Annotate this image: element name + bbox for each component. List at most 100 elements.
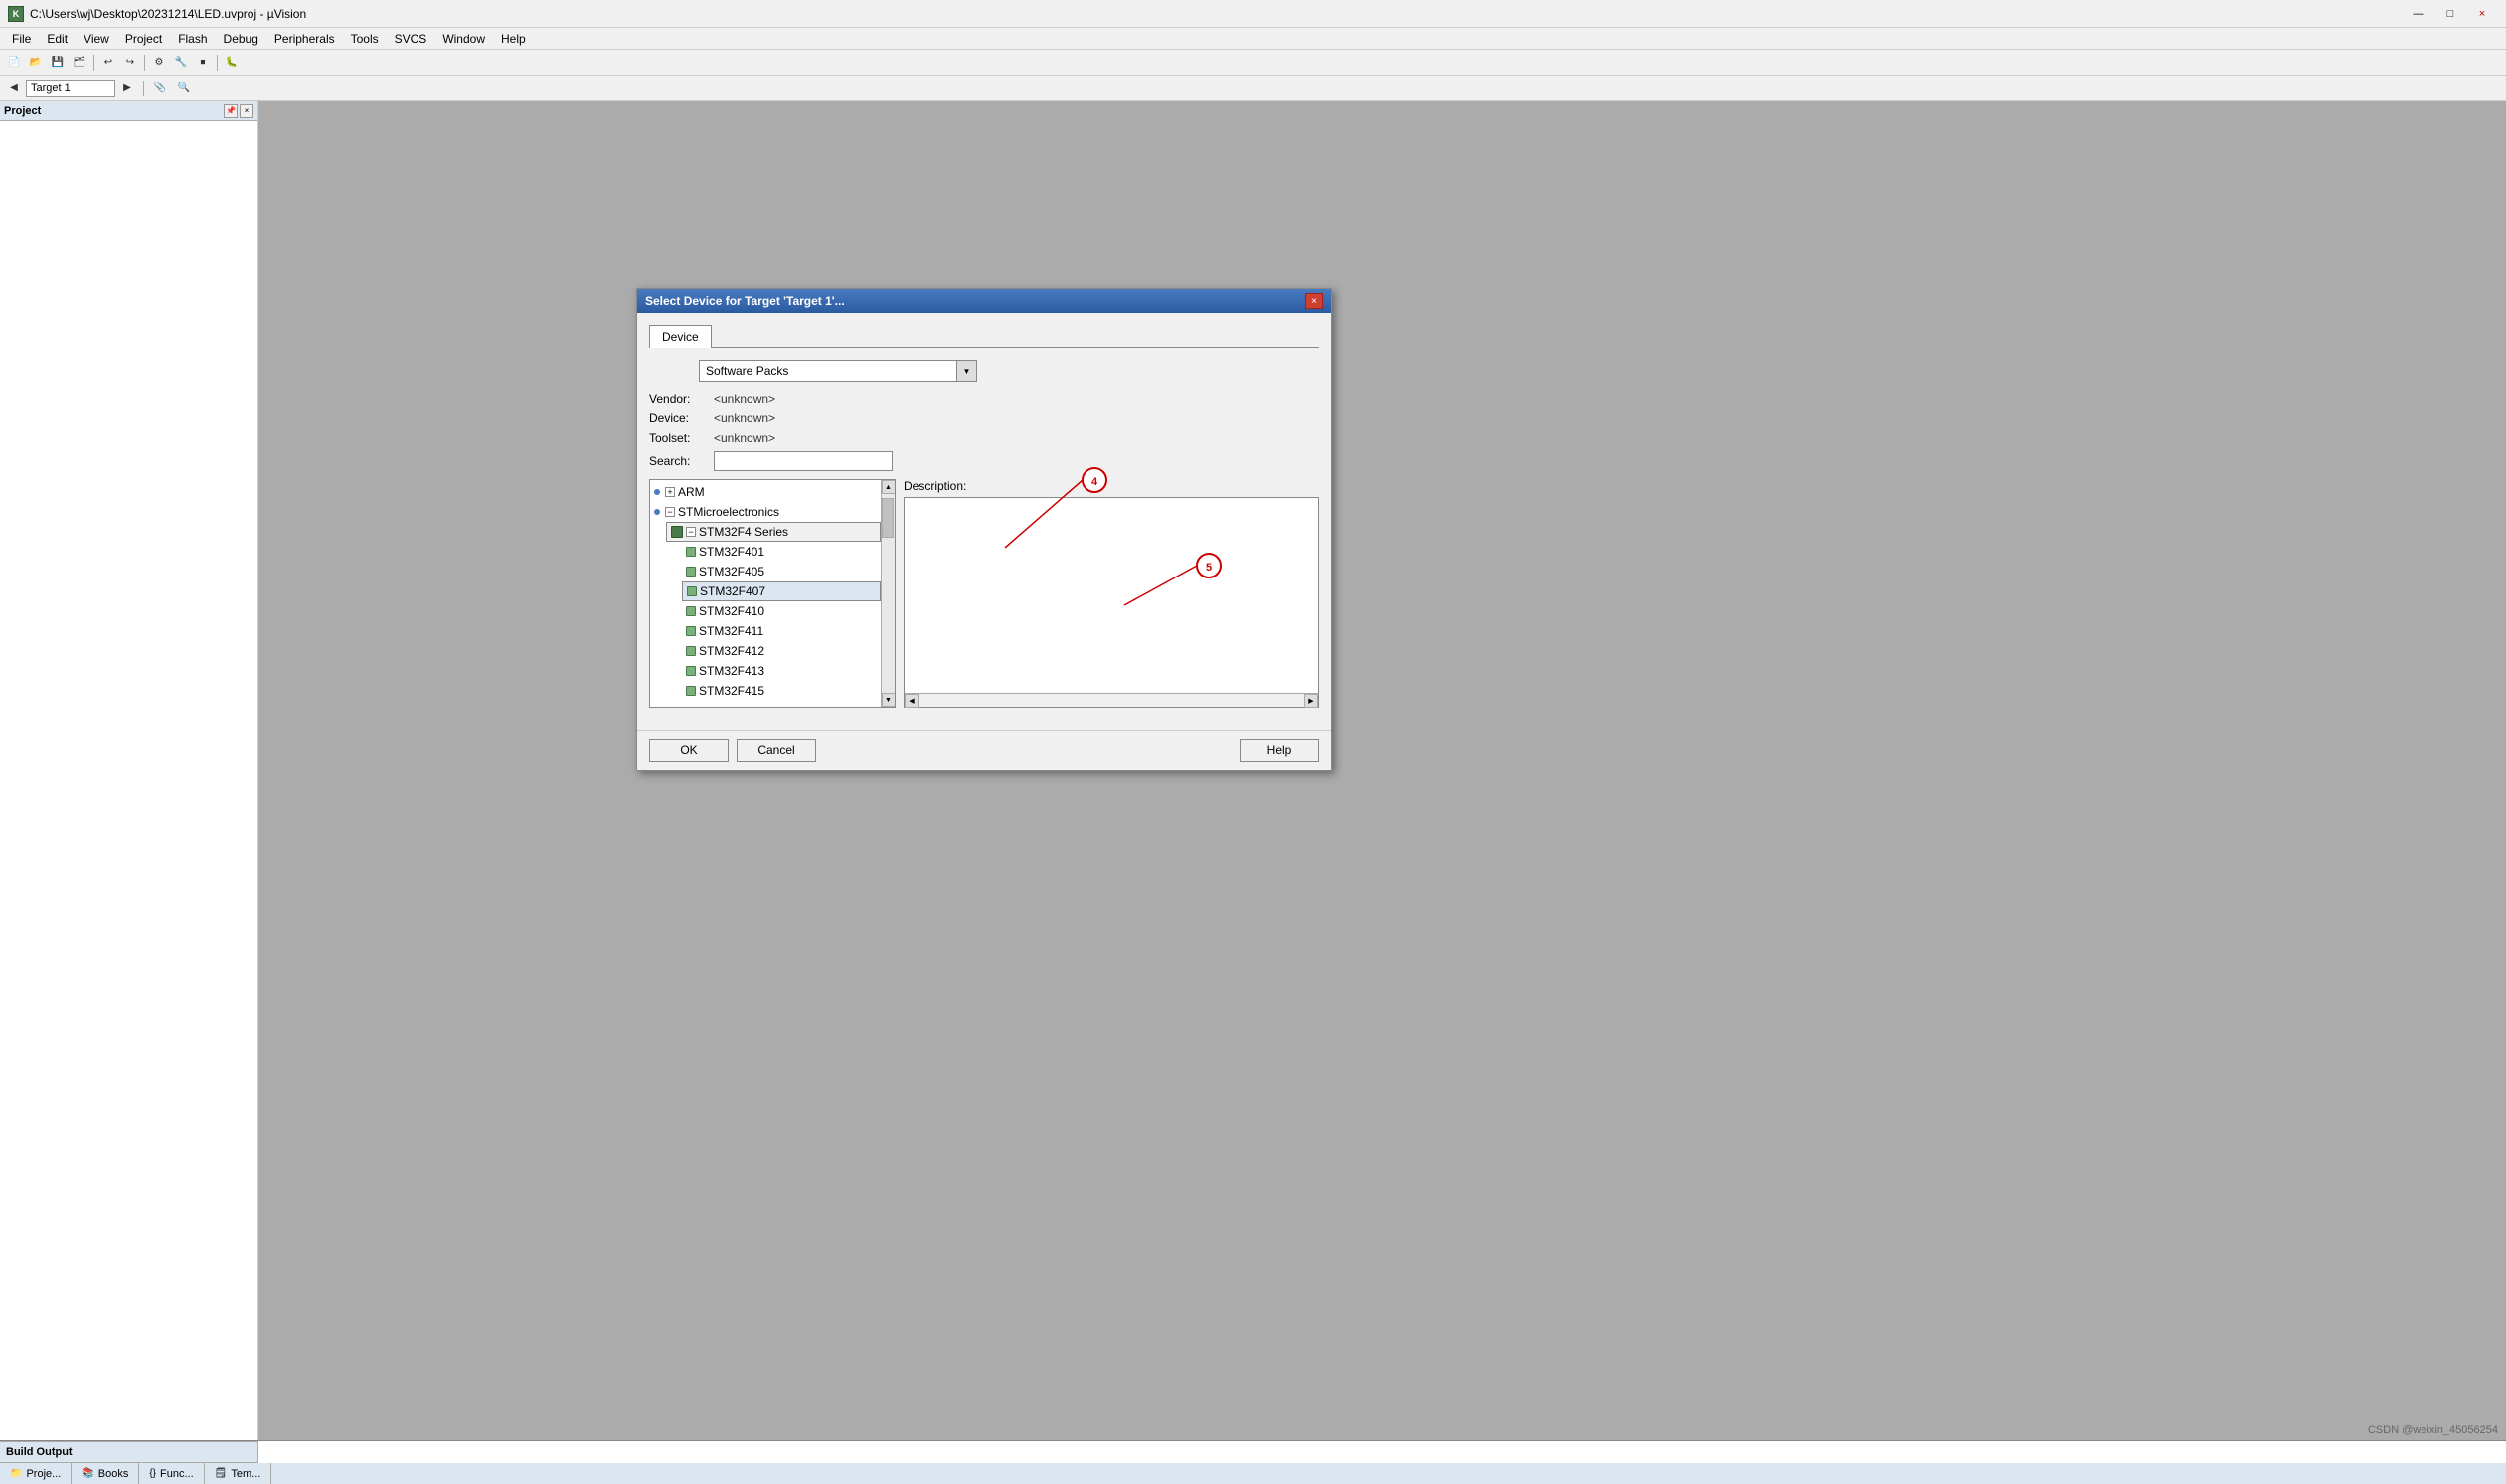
toolset-label: Toolset: bbox=[649, 431, 714, 445]
f401-label: STM32F401 bbox=[699, 545, 764, 559]
dialog-close-button[interactable]: × bbox=[1305, 293, 1323, 309]
f413-chip-icon bbox=[686, 666, 696, 676]
scroll-thumb[interactable] bbox=[882, 498, 894, 538]
f407-chip-icon bbox=[687, 586, 697, 596]
debug-button[interactable]: 🐛 bbox=[222, 53, 242, 73]
menu-debug[interactable]: Debug bbox=[216, 30, 266, 48]
stop-button[interactable]: ⏹ bbox=[193, 53, 213, 73]
tree-item-stm[interactable]: − STMicroelectronics bbox=[650, 502, 881, 522]
arm-label: ARM bbox=[678, 485, 705, 499]
window-close-button[interactable]: × bbox=[2466, 4, 2498, 24]
redo-button[interactable]: ↪ bbox=[120, 53, 140, 73]
stm-expand-icon[interactable]: − bbox=[665, 507, 675, 517]
panel-controls: 📌 × bbox=[224, 104, 253, 118]
software-packs-dropdown[interactable]: Software Packs ▼ bbox=[699, 360, 977, 382]
templates-tab-icon: 🗒 bbox=[215, 1468, 228, 1479]
f405-chip-icon bbox=[686, 567, 696, 577]
scroll-down-button[interactable]: ▼ bbox=[882, 693, 896, 707]
menu-flash[interactable]: Flash bbox=[170, 30, 215, 48]
description-panel: Description: ◀ ▶ bbox=[904, 479, 1319, 708]
maximize-button[interactable]: □ bbox=[2434, 4, 2466, 24]
f410-label: STM32F410 bbox=[699, 604, 764, 618]
device-select-dialog: Select Device for Target 'Target 1'... ×… bbox=[636, 288, 1332, 771]
dropdown-selected-value: Software Packs bbox=[700, 364, 956, 378]
device-value: <unknown> bbox=[714, 412, 775, 425]
tree-scrollbar[interactable]: ▲ ▼ bbox=[881, 480, 895, 707]
menu-edit[interactable]: Edit bbox=[39, 30, 76, 48]
cancel-button[interactable]: Cancel bbox=[737, 739, 816, 762]
desc-scrollbar-h[interactable]: ◀ ▶ bbox=[905, 693, 1318, 707]
toolbar-btn-5[interactable]: 📎 bbox=[150, 79, 170, 98]
tree-item-stm32f407[interactable]: STM32F407 bbox=[682, 581, 881, 601]
toolbar-1: 📄 📂 💾 🗂 ↩ ↪ ⚙ 🔧 ⏹ 🐛 bbox=[0, 50, 2506, 76]
rebuild-button[interactable]: 🔧 bbox=[171, 53, 191, 73]
panel-close-button[interactable]: × bbox=[240, 104, 253, 118]
menu-file[interactable]: File bbox=[4, 30, 39, 48]
menu-project[interactable]: Project bbox=[117, 30, 170, 48]
tree-item-stm32f401[interactable]: STM32F401 bbox=[682, 542, 881, 562]
window-controls: — □ × bbox=[2403, 4, 2498, 24]
description-label: Description: bbox=[904, 479, 1319, 493]
undo-button[interactable]: ↩ bbox=[98, 53, 118, 73]
build-output-content bbox=[258, 1441, 2506, 1463]
tree-scroll-area[interactable]: + ARM − STMicroelectronics bbox=[650, 480, 881, 707]
tab-books[interactable]: 📚 Books bbox=[72, 1463, 139, 1484]
tree-item-arm[interactable]: + ARM bbox=[650, 482, 881, 502]
scroll-left-button[interactable]: ◀ bbox=[905, 694, 919, 708]
tree-item-stm32f412[interactable]: STM32F412 bbox=[682, 641, 881, 661]
dialog-buttons: OK Cancel Help bbox=[637, 730, 1331, 770]
save-button[interactable]: 💾 bbox=[48, 53, 68, 73]
series-expand-icon[interactable]: − bbox=[686, 527, 696, 537]
next-target-button[interactable]: ▶ bbox=[117, 79, 137, 98]
menu-view[interactable]: View bbox=[76, 30, 117, 48]
search-input[interactable] bbox=[714, 451, 893, 471]
main-area: Project 📌 × Select Device for Target 'Ta… bbox=[0, 101, 2506, 1440]
open-button[interactable]: 📂 bbox=[26, 53, 46, 73]
toolbar-btn-6[interactable]: 🔍 bbox=[174, 79, 194, 98]
panel-pin-button[interactable]: 📌 bbox=[224, 104, 238, 118]
search-label: Search: bbox=[649, 454, 714, 468]
tree-item-stm32f415[interactable]: STM32F415 bbox=[682, 681, 881, 701]
ok-button[interactable]: OK bbox=[649, 739, 729, 762]
menu-tools[interactable]: Tools bbox=[343, 30, 387, 48]
build-button[interactable]: ⚙ bbox=[149, 53, 169, 73]
new-file-button[interactable]: 📄 bbox=[4, 53, 24, 73]
books-tab-label: Books bbox=[98, 1468, 129, 1480]
modal-overlay: Select Device for Target 'Target 1'... ×… bbox=[258, 101, 2506, 1440]
tab-device[interactable]: Device bbox=[649, 325, 712, 348]
dialog-btn-group-left: OK Cancel bbox=[649, 739, 816, 762]
search-row: Search: bbox=[649, 451, 1319, 471]
save-all-button[interactable]: 🗂 bbox=[70, 53, 89, 73]
tab-project[interactable]: 📁 Proje... bbox=[0, 1463, 72, 1484]
project-tree-area bbox=[0, 121, 257, 1440]
tree-item-stm32f4-series[interactable]: − STM32F4 Series bbox=[666, 522, 881, 542]
target-name-input[interactable]: Target 1 bbox=[26, 80, 115, 97]
scroll-right-button[interactable]: ▶ bbox=[1304, 694, 1318, 708]
help-button[interactable]: Help bbox=[1240, 739, 1319, 762]
description-content bbox=[905, 498, 1318, 693]
arm-expand-icon[interactable]: + bbox=[665, 487, 675, 497]
toolbar-2: ◀ Target 1 ▶ 📎 🔍 bbox=[0, 76, 2506, 101]
f411-chip-icon bbox=[686, 626, 696, 636]
scroll-up-button[interactable]: ▲ bbox=[882, 480, 896, 494]
tree-item-stm32f405[interactable]: STM32F405 bbox=[682, 562, 881, 581]
books-tab-icon: 📚 bbox=[82, 1468, 93, 1479]
menu-peripherals[interactable]: Peripherals bbox=[266, 30, 343, 48]
minimize-button[interactable]: — bbox=[2403, 4, 2434, 24]
toolbar-sep-2 bbox=[144, 55, 145, 71]
prev-target-button[interactable]: ◀ bbox=[4, 79, 24, 98]
tree-item-stm32f411[interactable]: STM32F411 bbox=[682, 621, 881, 641]
project-tab-icon: 📁 bbox=[10, 1468, 22, 1479]
window-title: C:\Users\wj\Desktop\20231214\LED.uvproj … bbox=[30, 7, 306, 21]
tree-scroll-wrapper: + ARM − STMicroelectronics bbox=[650, 480, 895, 707]
f405-label: STM32F405 bbox=[699, 565, 764, 578]
tree-item-stm32f410[interactable]: STM32F410 bbox=[682, 601, 881, 621]
tab-templates[interactable]: 🗒 Tem... bbox=[205, 1463, 272, 1484]
menu-svcs[interactable]: SVCS bbox=[387, 30, 435, 48]
dialog-tab-bar: Device bbox=[649, 325, 1319, 348]
menu-window[interactable]: Window bbox=[434, 30, 493, 48]
menu-help[interactable]: Help bbox=[493, 30, 534, 48]
scroll-track[interactable] bbox=[882, 494, 895, 693]
tab-functions[interactable]: {} Func... bbox=[139, 1463, 204, 1484]
tree-item-stm32f413[interactable]: STM32F413 bbox=[682, 661, 881, 681]
